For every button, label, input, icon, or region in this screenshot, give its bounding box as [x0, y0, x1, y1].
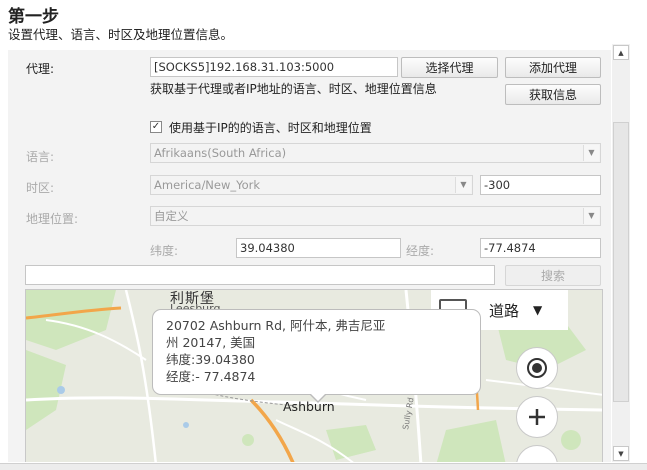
proxy-info-text: 获取基于代理或者IP地址的语言、时区、地理位置信息 [150, 82, 437, 96]
map-view[interactable]: Sully Rd 利斯堡 Leesburg Ashburn 道路 ▼ 20702… [25, 289, 603, 462]
caret-down-icon: ▼ [533, 303, 543, 317]
settings-panel: 代理: [SOCKS5]192.168.31.103:5000 选择代理 添加代… [8, 50, 611, 462]
locate-button[interactable] [516, 347, 558, 389]
address-search-input[interactable] [25, 265, 495, 285]
map-type-label: 道路 [489, 301, 520, 320]
zoom-in-button[interactable] [516, 396, 558, 438]
search-button[interactable]: 搜索 [505, 265, 601, 286]
location-popup: 20702 Ashburn Rd, 阿什本, 弗吉尼亚 州 20147, 美国 … [152, 309, 481, 395]
popup-tail-inner [310, 393, 326, 401]
proxy-input[interactable]: [SOCKS5]192.168.31.103:5000 [150, 57, 398, 77]
use-ip-checkbox-label[interactable]: 使用基于IP的的语言、时区和地理位置 [169, 119, 372, 136]
scrollbar-thumb[interactable] [613, 122, 629, 402]
locate-icon [527, 358, 547, 378]
latitude-input[interactable]: 39.04380 [236, 238, 401, 258]
chevron-down-icon: ▼ [583, 145, 599, 161]
longitude-label: 经度: [406, 244, 435, 258]
timezone-label: 时区: [26, 181, 55, 195]
bottom-edge [0, 463, 647, 470]
longitude-input[interactable]: -77.4874 [480, 238, 601, 258]
language-label: 语言: [26, 150, 55, 164]
use-ip-checkbox[interactable]: ✓ [150, 121, 162, 133]
timezone-select-value: America/New_York [154, 178, 261, 192]
scroll-down-arrow-icon[interactable]: ▼ [613, 446, 629, 461]
select-proxy-button[interactable]: 选择代理 [401, 57, 498, 78]
chevron-down-icon: ▼ [455, 177, 471, 193]
popup-latitude: 纬度:39.04380 [166, 352, 255, 367]
geo-label: 地理位置: [26, 212, 79, 226]
chevron-down-icon: ▼ [583, 208, 599, 224]
scroll-up-arrow-icon[interactable]: ▲ [613, 45, 629, 60]
geo-select-value: 自定义 [154, 209, 189, 223]
zoom-in-icon [529, 409, 545, 425]
popup-address-line1: 20702 Ashburn Rd, 阿什本, 弗吉尼亚 [166, 318, 386, 333]
language-select[interactable]: Afrikaans(South Africa) ▼ [150, 143, 601, 163]
popup-longitude: 经度:- 77.4874 [166, 369, 256, 384]
geo-select[interactable]: 自定义 ▼ [150, 206, 601, 226]
proxy-label: 代理: [26, 62, 55, 76]
fetch-info-button[interactable]: 获取信息 [505, 84, 601, 105]
language-select-value: Afrikaans(South Africa) [154, 146, 287, 160]
latitude-label: 纬度: [150, 244, 179, 258]
popup-address-line2: 州 20147, 美国 [166, 335, 256, 350]
page-subtitle: 设置代理、语言、时区及地理位置信息。 [8, 27, 234, 42]
add-proxy-button[interactable]: 添加代理 [505, 57, 601, 78]
timezone-offset-input[interactable]: -300 [480, 175, 601, 195]
timezone-select[interactable]: America/New_York ▼ [150, 175, 473, 195]
